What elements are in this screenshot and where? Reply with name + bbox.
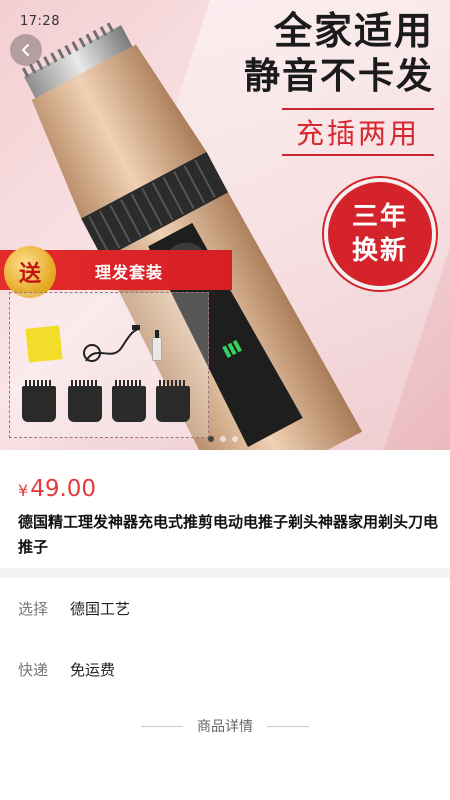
badge-line-1: 三年 <box>351 202 408 232</box>
product-image-carousel[interactable]: 17:28 全家适用 静音不卡发 充插两用 三年 换新 理发套装 送 <box>0 0 450 450</box>
carousel-indicator <box>208 436 238 442</box>
guard-comb-icon <box>22 380 56 422</box>
guard-comb-icon <box>68 380 102 422</box>
accessory-kit <box>9 292 209 438</box>
currency-symbol: ¥ <box>18 481 29 500</box>
cleaning-cloth-icon <box>25 325 63 363</box>
headline-line-3: 充插两用 <box>281 108 434 156</box>
back-button[interactable] <box>10 34 42 66</box>
carousel-dot[interactable] <box>208 436 214 442</box>
shipping-row[interactable]: 快递 免运费 <box>18 657 115 681</box>
details-heading-text: 商品详情 <box>197 719 253 735</box>
guard-comb-icon <box>112 380 146 422</box>
status-bar-time: 17:28 <box>20 14 60 29</box>
option-select-row[interactable]: 选择 德国工艺 <box>18 596 130 620</box>
kit-title: 理发套装 <box>95 263 164 282</box>
carousel-dot[interactable] <box>232 436 238 442</box>
gift-medal-icon: 送 <box>4 246 56 298</box>
price-value: 49.00 <box>30 476 97 502</box>
divider-line <box>141 725 183 727</box>
spec-key: 快递 <box>18 660 49 679</box>
badge-line-2: 换新 <box>351 236 408 266</box>
charging-cable-icon <box>83 325 140 362</box>
chevron-left-icon <box>22 44 29 56</box>
spec-value: 德国工艺 <box>70 599 131 618</box>
divider-line <box>267 725 309 727</box>
product-title: 德国精工理发神器充电式推剪电动电推子剃头神器家用剃头刀电推子 <box>18 513 439 556</box>
spec-value: 免运费 <box>70 660 116 679</box>
gift-label: 送 <box>18 262 41 287</box>
section-divider <box>0 568 450 578</box>
product-details-heading: 商品详情 <box>0 716 450 736</box>
guard-comb-icon <box>156 380 190 422</box>
price: ¥49.00 <box>18 476 96 502</box>
carousel-dot[interactable] <box>220 436 226 442</box>
warranty-badge: 三年 换新 <box>324 178 436 290</box>
spec-key: 选择 <box>18 599 49 618</box>
headline-line-2: 静音不卡发 <box>243 56 434 97</box>
oil-bottle-icon <box>152 330 162 361</box>
promo-headline: 全家适用 静音不卡发 充插两用 <box>244 8 434 156</box>
headline-line-1: 全家适用 <box>273 9 434 53</box>
